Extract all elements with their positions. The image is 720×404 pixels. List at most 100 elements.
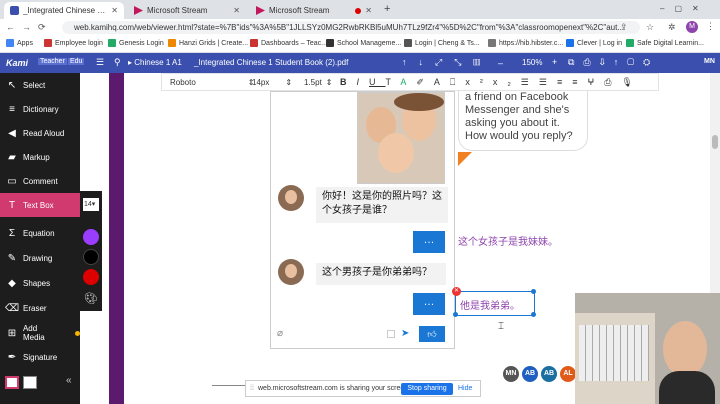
bookmark-apps[interactable]: Apps xyxy=(6,39,33,47)
close-icon[interactable]: ✕ xyxy=(111,6,118,15)
color-swatch-purple[interactable] xyxy=(83,229,99,245)
user-avatar[interactable]: MN xyxy=(704,58,715,65)
resize-handle[interactable] xyxy=(531,289,536,294)
tool-signature[interactable]: ✒ Signature xyxy=(0,345,80,369)
close-icon[interactable]: ✕ xyxy=(365,6,372,15)
window-controls[interactable]: –▢✕ xyxy=(660,4,709,13)
tool-markup[interactable]: ▰ Markup xyxy=(0,145,80,169)
emoji-icon[interactable] xyxy=(387,330,395,338)
close-icon[interactable]: ✕ xyxy=(233,6,240,15)
bookmark[interactable]: Genesis Login xyxy=(108,39,164,47)
color-swatch-black[interactable] xyxy=(83,249,99,265)
font-select[interactable]: Roboto ⇕ xyxy=(170,78,255,87)
collaborator-avatar[interactable]: AB xyxy=(522,366,538,382)
panel-toggle-right[interactable] xyxy=(23,376,37,389)
bookmark[interactable]: Login | Cheng & Ts... xyxy=(404,39,480,47)
bookmark[interactable]: Clever | Log in xyxy=(566,39,622,47)
tab-title: Microsoft Stream xyxy=(147,6,208,15)
line-height-select[interactable]: 1.5pt ⇕ xyxy=(304,78,333,87)
answer-text[interactable]: 这个女孩子是我妹妹。 xyxy=(458,233,558,248)
stop-sharing-button[interactable]: Stop sharing xyxy=(401,383,453,395)
tool-read-aloud[interactable]: ◀ Read Aloud xyxy=(0,121,80,145)
text-size-select[interactable]: 14▾ xyxy=(83,198,99,211)
tool-label: Select xyxy=(23,80,46,90)
bookmark-icon xyxy=(566,39,574,47)
shapes-icon: ◆ xyxy=(8,277,16,289)
zoom-out-icon[interactable]: – xyxy=(498,58,503,68)
comment-icon: ▭ xyxy=(7,175,17,187)
tool-dictionary[interactable]: ≡ Dictionary xyxy=(0,97,80,121)
kami-tab-icon xyxy=(10,6,19,15)
menu-icon[interactable]: ⋮ xyxy=(706,21,715,32)
tool-label: Eraser xyxy=(23,303,47,313)
collapse-icon[interactable]: « xyxy=(66,375,72,386)
speaker-icon: ◀ xyxy=(8,127,16,139)
profile-avatar[interactable]: M xyxy=(686,21,698,33)
hide-button[interactable]: Hide xyxy=(458,385,472,392)
extensions-icon[interactable]: ✲ xyxy=(668,22,676,33)
hamburger-icon[interactable]: ☰ xyxy=(96,57,104,68)
signature-icon: ✒ xyxy=(7,351,17,363)
tool-shapes[interactable]: ◆ Shapes xyxy=(0,271,80,295)
nav-buttons[interactable]: ←→⟳ xyxy=(6,22,53,33)
bookmark[interactable]: Dashboards – Teac... xyxy=(250,39,327,47)
share-icon[interactable]: ⇪ xyxy=(620,22,628,33)
zoom-in-icon[interactable]: + xyxy=(552,57,557,67)
format-icons[interactable]: BIUTA✐A⎕x²x₂☰☰≡≡ⵖ⎙🎙︎ xyxy=(340,77,643,88)
bookmark[interactable]: School Manageme... xyxy=(326,39,401,47)
tool-comment[interactable]: ▭ Comment xyxy=(0,169,80,193)
tool-select[interactable]: ↖ Select xyxy=(0,73,80,97)
resize-handle[interactable] xyxy=(531,312,536,317)
bookmark[interactable]: https://hib.hibster.c... xyxy=(488,39,563,47)
like-button[interactable]: 👍︎ xyxy=(419,326,445,342)
stream-tab-icon xyxy=(134,6,143,15)
reply-button[interactable]: … xyxy=(413,231,445,253)
tab-stream-1[interactable]: Microsoft Stream ✕ xyxy=(128,2,246,19)
tool-label: Comment xyxy=(23,176,58,186)
kami-toolbar: Kami Teacher Edu ☰ ⚲ ▸ Chinese 1 A1 _Int… xyxy=(0,53,720,73)
delete-icon[interactable]: ✕ xyxy=(452,287,461,296)
active-text-box[interactable]: 他是我弟弟。 ✕ xyxy=(452,287,536,317)
role-badge: Edu xyxy=(68,58,85,65)
doc-breadcrumb[interactable]: ▸ Chinese 1 A1 xyxy=(128,58,182,67)
attach-icon[interactable]: ⌀ xyxy=(277,328,283,339)
share-message: web.microsoftstream.com is sharing your … xyxy=(258,385,411,392)
send-icon[interactable]: ➤ xyxy=(401,328,409,339)
url-field[interactable]: web.kamihq.com/web/viewer.html?state=%7B… xyxy=(62,21,640,34)
webcam-overlay xyxy=(575,293,720,404)
resize-handle[interactable] xyxy=(453,312,458,317)
color-swatch-red[interactable] xyxy=(83,269,99,285)
reply-button[interactable]: … xyxy=(413,293,445,315)
tool-eraser[interactable]: ⌫ Eraser xyxy=(0,296,80,320)
palette-icon[interactable]: 🎨︎ xyxy=(84,292,98,305)
collaborator-avatar[interactable]: MN xyxy=(503,366,519,382)
collaborator-avatar[interactable]: AL xyxy=(560,366,576,382)
font-size-select[interactable]: 14px ⇕ xyxy=(252,78,292,87)
bookmark[interactable]: Hanzi Grids | Create... xyxy=(168,39,248,47)
new-tab-button[interactable]: + xyxy=(384,3,390,15)
bookmark[interactable]: Safe Digital Learnin... xyxy=(626,39,704,47)
file-action-icons[interactable]: ⧉⎙⇩↑▢⛭ xyxy=(568,57,659,68)
answer-text[interactable]: 他是我弟弟。 xyxy=(460,297,520,312)
collaborator-avatar[interactable]: AB xyxy=(541,366,557,382)
bookmark[interactable]: Employee login xyxy=(44,39,103,47)
tab-stream-2[interactable]: Microsoft Stream ✕ xyxy=(250,2,378,19)
notification-dot xyxy=(75,330,81,336)
message-bubble: 你好！这是你的照片吗？这个女孩子是谁？ xyxy=(316,187,448,223)
tab-kami[interactable]: _Integrated Chinese 1 Student B ✕ xyxy=(4,2,124,19)
page-nav-icons[interactable]: ↑↓⤢⤡▥ xyxy=(402,57,492,68)
tool-label: Markup xyxy=(23,152,50,162)
tool-text-box[interactable]: T Text Box xyxy=(0,193,80,217)
star-icon[interactable]: ☆ xyxy=(646,22,654,33)
tool-add-media[interactable]: ⊞ Add Media xyxy=(0,321,81,345)
search-icon[interactable]: ⚲ xyxy=(114,57,121,68)
tool-equation[interactable]: Σ Equation xyxy=(0,221,80,245)
panel-toggle-left[interactable] xyxy=(5,376,19,389)
tool-drawing[interactable]: ✎ Drawing xyxy=(0,246,80,270)
scroll-thumb[interactable] xyxy=(712,135,718,149)
text-format-bar: Roboto ⇕ 14px ⇕ 1.5pt ⇕ BIUTA✐A⎕x²x₂☰☰≡≡ⵖ⎙🎙… xyxy=(161,73,659,91)
tool-label: Add Media xyxy=(22,324,45,342)
doc-name[interactable]: _Integrated Chinese 1 Student Book (2).p… xyxy=(194,58,348,67)
zoom-level[interactable]: 150% xyxy=(522,58,542,67)
drag-handle-icon[interactable]: ⁞⁞ xyxy=(250,385,254,392)
